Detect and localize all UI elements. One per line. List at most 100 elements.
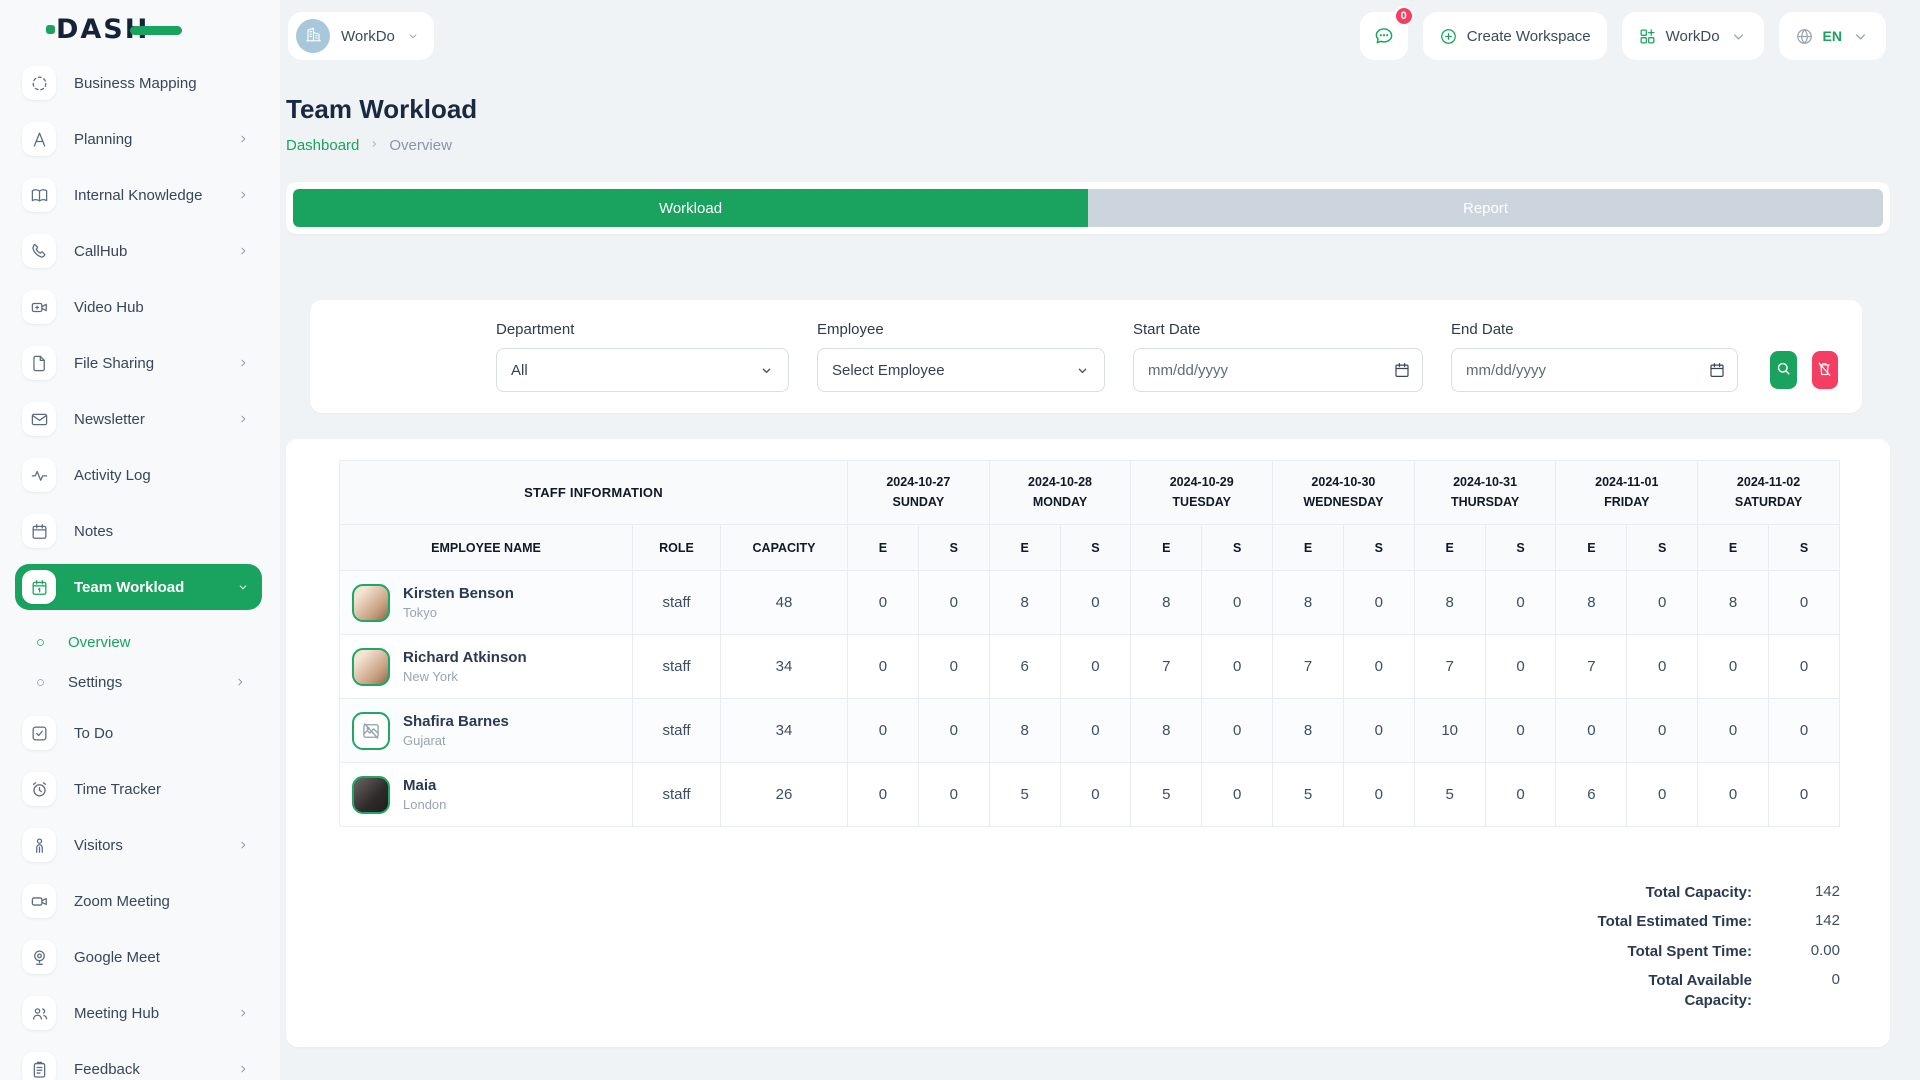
end-date-input[interactable] <box>1451 348 1738 392</box>
chevron-right-icon <box>236 356 250 370</box>
estimated-header: E <box>1131 525 1202 571</box>
reset-button[interactable] <box>1812 351 1839 389</box>
estimated-cell: 10 <box>1414 699 1485 763</box>
plus-circle-icon <box>1439 27 1458 46</box>
end-date-label: End Date <box>1451 321 1738 338</box>
sidebar-item-to-do[interactable]: To Do <box>15 710 262 756</box>
total-label: Total Available Capacity: <box>1584 971 1752 1012</box>
estimated-cell: 0 <box>1556 699 1627 763</box>
sidebar-item-callhub[interactable]: CallHub <box>15 228 262 274</box>
video-camera-icon <box>22 884 56 918</box>
estimated-cell: 8 <box>1414 571 1485 635</box>
day-label: SUNDAY <box>848 493 989 512</box>
date-column-header: 2024-10-27SUNDAY <box>848 461 990 525</box>
sidebar-item-newsletter[interactable]: Newsletter <box>15 396 262 442</box>
sidebar-item-team-workload[interactable]: Team Workload <box>15 564 262 610</box>
sidebar-item-business-mapping[interactable]: Business Mapping <box>15 60 262 106</box>
employee-select[interactable]: Select Employee <box>817 348 1105 392</box>
day-label: MONDAY <box>990 493 1131 512</box>
workspace-chip-label: WorkDo <box>341 28 395 45</box>
sidebar-subitem-settings[interactable]: Settings <box>27 662 262 702</box>
staff-information-header: STAFF INFORMATION <box>340 461 848 525</box>
breadcrumb-dashboard-link[interactable]: Dashboard <box>286 137 359 154</box>
estimated-cell: 8 <box>1273 699 1344 763</box>
date-label: 2024-10-30 <box>1273 473 1414 492</box>
phone-icon <box>22 234 56 268</box>
tab-workload[interactable]: Workload <box>293 189 1088 227</box>
spent-header: S <box>918 525 989 571</box>
sidebar-item-internal-knowledge[interactable]: Internal Knowledge <box>15 172 262 218</box>
sidebar-subitem-overview[interactable]: Overview <box>27 622 262 662</box>
sidebar-item-time-tracker[interactable]: Time Tracker <box>15 766 262 812</box>
employee-name: Maia <box>403 777 446 794</box>
chevron-down-icon <box>236 580 250 594</box>
workspace-chip[interactable]: WorkDo <box>288 12 434 60</box>
date-column-header: 2024-10-31THURSDAY <box>1414 461 1556 525</box>
chevron-right-icon <box>236 838 250 852</box>
sidebar-item-planning[interactable]: Planning <box>15 116 262 162</box>
sidebar-menu: Business Mapping Planning Internal Knowled… <box>0 58 280 1080</box>
language-button[interactable]: EN <box>1779 12 1886 60</box>
total-row-total-estimated-time: Total Estimated Time:142 <box>1584 912 1840 932</box>
day-label: SATURDAY <box>1698 493 1839 512</box>
tab-report[interactable]: Report <box>1088 189 1883 227</box>
spent-cell: 0 <box>918 699 989 763</box>
start-date-filter: Start Date <box>1133 321 1423 392</box>
sidebar: DASH Business MappingPlanningInternal Kn… <box>0 0 280 1080</box>
sidebar-item-label: Planning <box>74 131 132 148</box>
estimated-cell: 7 <box>1273 635 1344 699</box>
sidebar-item-meeting-hub[interactable]: Meeting Hub <box>15 990 262 1036</box>
department-select[interactable]: All <box>496 348 789 392</box>
capacity-cell: 26 <box>721 763 848 827</box>
estimated-cell: 5 <box>989 763 1060 827</box>
sidebar-item-video-hub[interactable]: Video Hub <box>15 284 262 330</box>
estimated-cell: 7 <box>1556 635 1627 699</box>
sidebar-submenu: Overview Settings <box>15 620 262 710</box>
spent-cell: 0 <box>1485 763 1556 827</box>
date-label: 2024-10-27 <box>848 473 989 492</box>
employee-cell: Maia London <box>340 763 633 827</box>
sidebar-item-visitors[interactable]: Visitors <box>15 822 262 868</box>
breadcrumb: Dashboard Overview <box>286 137 1890 154</box>
estimated-cell: 8 <box>1273 571 1344 635</box>
sidebar-item-feedback[interactable]: Feedback <box>15 1046 262 1080</box>
spent-cell: 0 <box>918 635 989 699</box>
chevron-down-icon <box>759 363 774 378</box>
sidebar-subitem-label: Overview <box>68 634 131 651</box>
spent-header: S <box>1343 525 1414 571</box>
sidebar-item-label: Internal Knowledge <box>74 187 202 204</box>
capacity-cell: 34 <box>721 635 848 699</box>
sidebar-item-notes[interactable]: Notes <box>15 508 262 554</box>
tab-report-label: Report <box>1463 200 1508 217</box>
sidebar-item-file-sharing[interactable]: File Sharing <box>15 340 262 386</box>
envelope-icon <box>22 402 56 436</box>
employee-cell: Kirsten Benson Tokyo <box>340 571 633 635</box>
department-value: All <box>511 362 528 379</box>
chevron-down-icon <box>1729 27 1748 46</box>
total-row-total-available-capacity: Total Available Capacity:0 <box>1584 971 1840 1012</box>
column-header-capacity: CAPACITY <box>721 525 848 571</box>
table-row: Kirsten Benson Tokyo staff48008080808080… <box>340 571 1840 635</box>
table-row: Richard Atkinson New York staff340060707… <box>340 635 1840 699</box>
spent-header: S <box>1485 525 1556 571</box>
sidebar-item-google-meet[interactable]: Google Meet <box>15 934 262 980</box>
create-workspace-button[interactable]: Create Workspace <box>1423 12 1607 60</box>
messages-button[interactable]: 0 <box>1360 12 1408 60</box>
spent-cell: 0 <box>1627 571 1698 635</box>
employee-location: New York <box>403 669 527 684</box>
estimated-cell: 8 <box>1556 571 1627 635</box>
workspace-switcher-button[interactable]: WorkDo <box>1622 12 1764 60</box>
webcam-icon <box>22 940 56 974</box>
avatar <box>352 648 390 686</box>
sidebar-item-activity-log[interactable]: Activity Log <box>15 452 262 498</box>
spent-cell: 0 <box>1768 763 1839 827</box>
check-square-icon <box>22 716 56 750</box>
date-column-header: 2024-11-01FRIDAY <box>1556 461 1698 525</box>
chevron-right-icon <box>236 1062 250 1076</box>
table-row: Shafira Barnes Gujarat staff340080808010… <box>340 699 1840 763</box>
sidebar-item-zoom-meeting[interactable]: Zoom Meeting <box>15 878 262 924</box>
search-button[interactable] <box>1770 351 1797 389</box>
start-date-input[interactable] <box>1133 348 1423 392</box>
sidebar-item-label: Feedback <box>74 1061 140 1078</box>
employee-location: Gujarat <box>403 733 509 748</box>
